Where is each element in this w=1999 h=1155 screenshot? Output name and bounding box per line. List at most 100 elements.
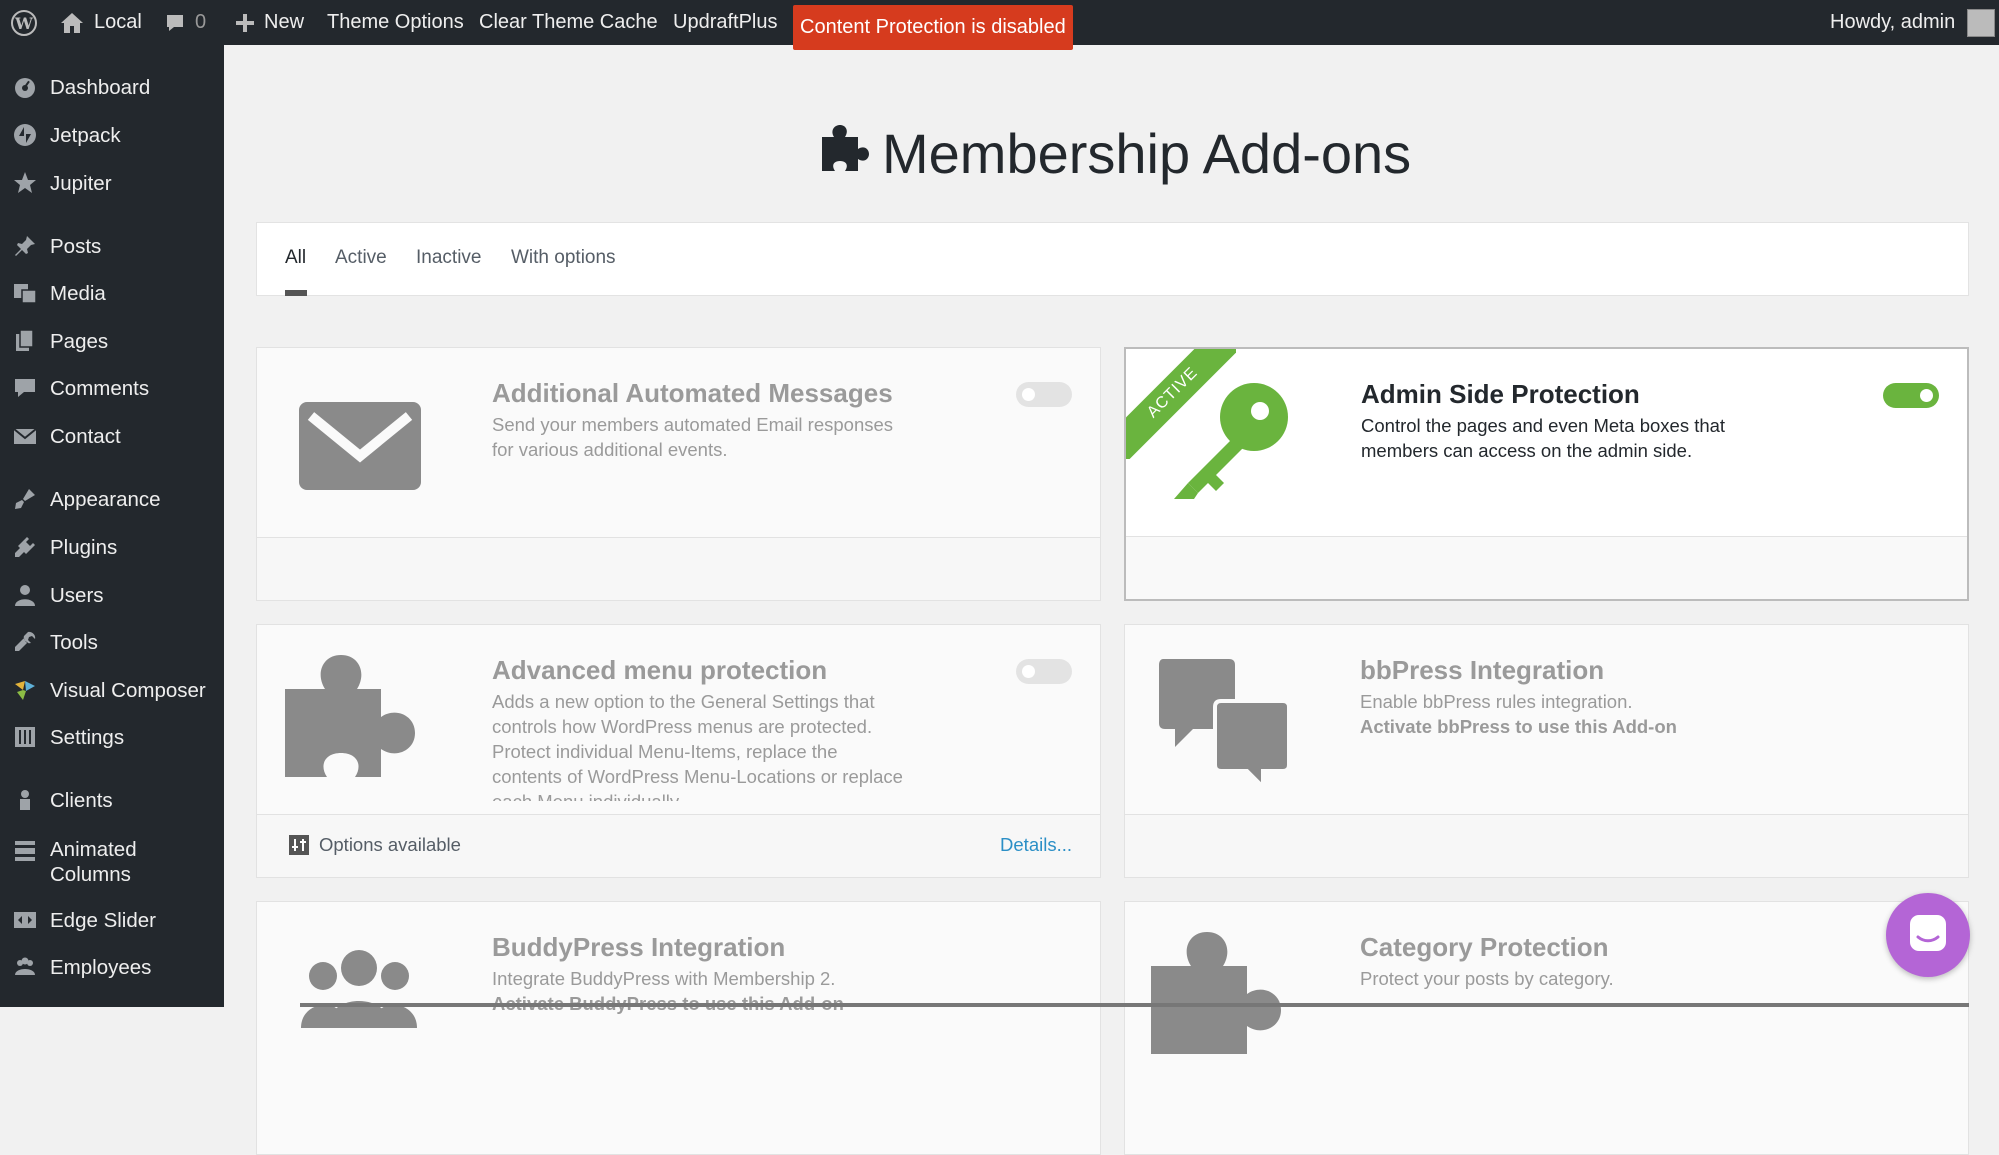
sidebar-item-label: Animated Columns <box>50 838 137 886</box>
addon-card-footer <box>1126 536 1967 599</box>
sidebar-item-label: Jetpack <box>50 123 121 147</box>
howdy-label: Howdy, admin <box>1830 11 1956 33</box>
puzzle-piece-icon <box>285 653 417 786</box>
wordpress-logo-icon[interactable]: W <box>10 0 38 45</box>
sidebar-item-edge-slider[interactable]: Edge Slider <box>0 905 224 935</box>
sidebar-item-label: Comments <box>50 376 150 400</box>
tab-inactive[interactable]: Inactive <box>416 247 481 269</box>
sidebar-item-label: Media <box>50 281 106 305</box>
envelope-icon <box>299 402 421 495</box>
wrench-icon <box>13 630 37 654</box>
sidebar-item-comments[interactable]: Comments <box>0 373 224 403</box>
chat-launcher-button[interactable] <box>1886 893 1970 977</box>
sidebar-item-dashboard[interactable]: Dashboard <box>0 72 224 102</box>
mail-icon <box>13 424 37 448</box>
brush-icon <box>13 487 37 511</box>
sidebar-item-jupiter[interactable]: Jupiter <box>0 168 224 198</box>
addon-card-automated-messages: Additional Automated Messages Send your … <box>256 347 1101 601</box>
addon-card-advanced-menu-protection: Advanced menu protection Adds a new opti… <box>256 624 1101 878</box>
slider-icon <box>13 908 37 932</box>
filter-tabs: All Active Inactive With options <box>256 222 1969 296</box>
chat-icon <box>1908 913 1948 958</box>
updraftplus-link[interactable]: UpdraftPlus <box>673 0 778 45</box>
addon-card-admin-side-protection: ACTIVE Admin Side Protection Control the… <box>1124 347 1969 601</box>
sidebar-item-label: Settings <box>50 725 125 749</box>
admin-sidebar: Dashboard Jetpack Jupiter Posts Media Pa… <box>0 45 224 1007</box>
details-link[interactable]: Details... <box>1000 834 1072 856</box>
admin-bar: W Local 0 New Theme Options Clear Theme … <box>0 0 1999 50</box>
media-icon <box>13 281 37 305</box>
sidebar-item-plugins[interactable]: Plugins <box>0 532 224 562</box>
sidebar-item-pages[interactable]: Pages <box>0 326 224 356</box>
addon-description-text: Integrate BuddyPress with Membership 2. <box>492 968 836 989</box>
sidebar-item-animated-columns[interactable]: Animated Columns <box>0 835 224 889</box>
sidebar-item-contact[interactable]: Contact <box>0 421 224 451</box>
star-icon <box>13 171 37 195</box>
settings-icon <box>13 725 37 749</box>
clear-theme-cache-link[interactable]: Clear Theme Cache <box>479 0 658 45</box>
sidebar-item-visual-composer[interactable]: Visual Composer <box>0 675 224 705</box>
addon-card-buddypress-integration: BuddyPress Integration Integrate BuddyPr… <box>256 901 1101 1155</box>
tab-with-options[interactable]: With options <box>511 247 616 269</box>
addon-title: BuddyPress Integration <box>492 932 786 962</box>
employees-icon <box>13 955 37 979</box>
addon-toggle[interactable] <box>1883 383 1939 408</box>
sidebar-item-employees[interactable]: Employees <box>0 952 224 982</box>
new-content-link[interactable]: New <box>236 0 304 45</box>
toggle-knob <box>1920 389 1933 402</box>
site-name-label: Local <box>94 11 142 33</box>
sidebar-item-label: Pages <box>50 329 109 353</box>
addon-description: Integrate BuddyPress with Membership 2. … <box>492 966 912 1016</box>
addon-description: Enable bbPress rules integration. Activa… <box>1360 689 1780 739</box>
avatar <box>1967 8 1996 37</box>
addon-title: Admin Side Protection <box>1361 379 1640 409</box>
options-available: Options available <box>289 834 461 856</box>
horizontal-scrollbar[interactable] <box>300 1003 1969 1007</box>
sidebar-item-clients[interactable]: Clients <box>0 785 224 815</box>
sidebar-item-users[interactable]: Users <box>0 580 224 610</box>
comments-link[interactable]: 0 <box>165 0 206 45</box>
sidebar-item-posts[interactable]: Posts <box>0 231 224 261</box>
sidebar-item-label: Jupiter <box>50 171 112 195</box>
comment-bubble-icon <box>165 13 185 33</box>
sidebar-item-label: Users <box>50 583 104 607</box>
addon-toggle[interactable] <box>1016 382 1072 407</box>
key-icon <box>1158 381 1288 510</box>
page-title-text: Membership Add-ons <box>882 121 1412 185</box>
comment-icon <box>13 376 37 400</box>
addon-card-footer <box>1125 814 1968 877</box>
active-tab-indicator <box>285 290 307 296</box>
sidebar-item-settings[interactable]: Settings <box>0 722 224 752</box>
toggle-knob <box>1022 665 1035 678</box>
tab-active[interactable]: Active <box>335 247 387 269</box>
content-protection-status[interactable]: Content Protection is disabled <box>793 5 1073 50</box>
plus-icon <box>236 13 254 32</box>
sidebar-item-appearance[interactable]: Appearance <box>0 484 224 514</box>
pages-icon <box>13 329 37 353</box>
sidebar-item-label: Posts <box>50 234 102 258</box>
addon-title: bbPress Integration <box>1360 655 1605 685</box>
speech-bubbles-icon <box>1159 659 1291 792</box>
addon-title: Advanced menu protection <box>492 655 828 685</box>
sidebar-item-media[interactable]: Media <box>0 278 224 308</box>
addon-card-footer <box>257 537 1100 600</box>
sidebar-item-label: Tools <box>50 630 98 654</box>
addon-toggle[interactable] <box>1016 659 1072 684</box>
options-available-label: Options available <box>319 834 461 855</box>
comments-count: 0 <box>195 11 207 33</box>
group-icon <box>301 948 417 1033</box>
sidebar-item-label: Contact <box>50 424 121 448</box>
sidebar-item-label: Dashboard <box>50 75 151 99</box>
home-icon <box>60 12 84 34</box>
sidebar-item-label: Appearance <box>50 487 161 511</box>
user-account-menu[interactable]: Howdy, admin <box>1830 0 1996 45</box>
new-label: New <box>264 11 305 33</box>
site-name-link[interactable]: Local <box>60 0 142 45</box>
theme-options-link[interactable]: Theme Options <box>327 0 464 45</box>
puzzle-piece-icon <box>818 121 870 186</box>
sidebar-item-tools[interactable]: Tools <box>0 627 224 657</box>
options-settings-icon <box>289 835 309 855</box>
user-icon <box>13 583 37 607</box>
sidebar-item-jetpack[interactable]: Jetpack <box>0 120 224 150</box>
tab-all[interactable]: All <box>285 247 306 269</box>
